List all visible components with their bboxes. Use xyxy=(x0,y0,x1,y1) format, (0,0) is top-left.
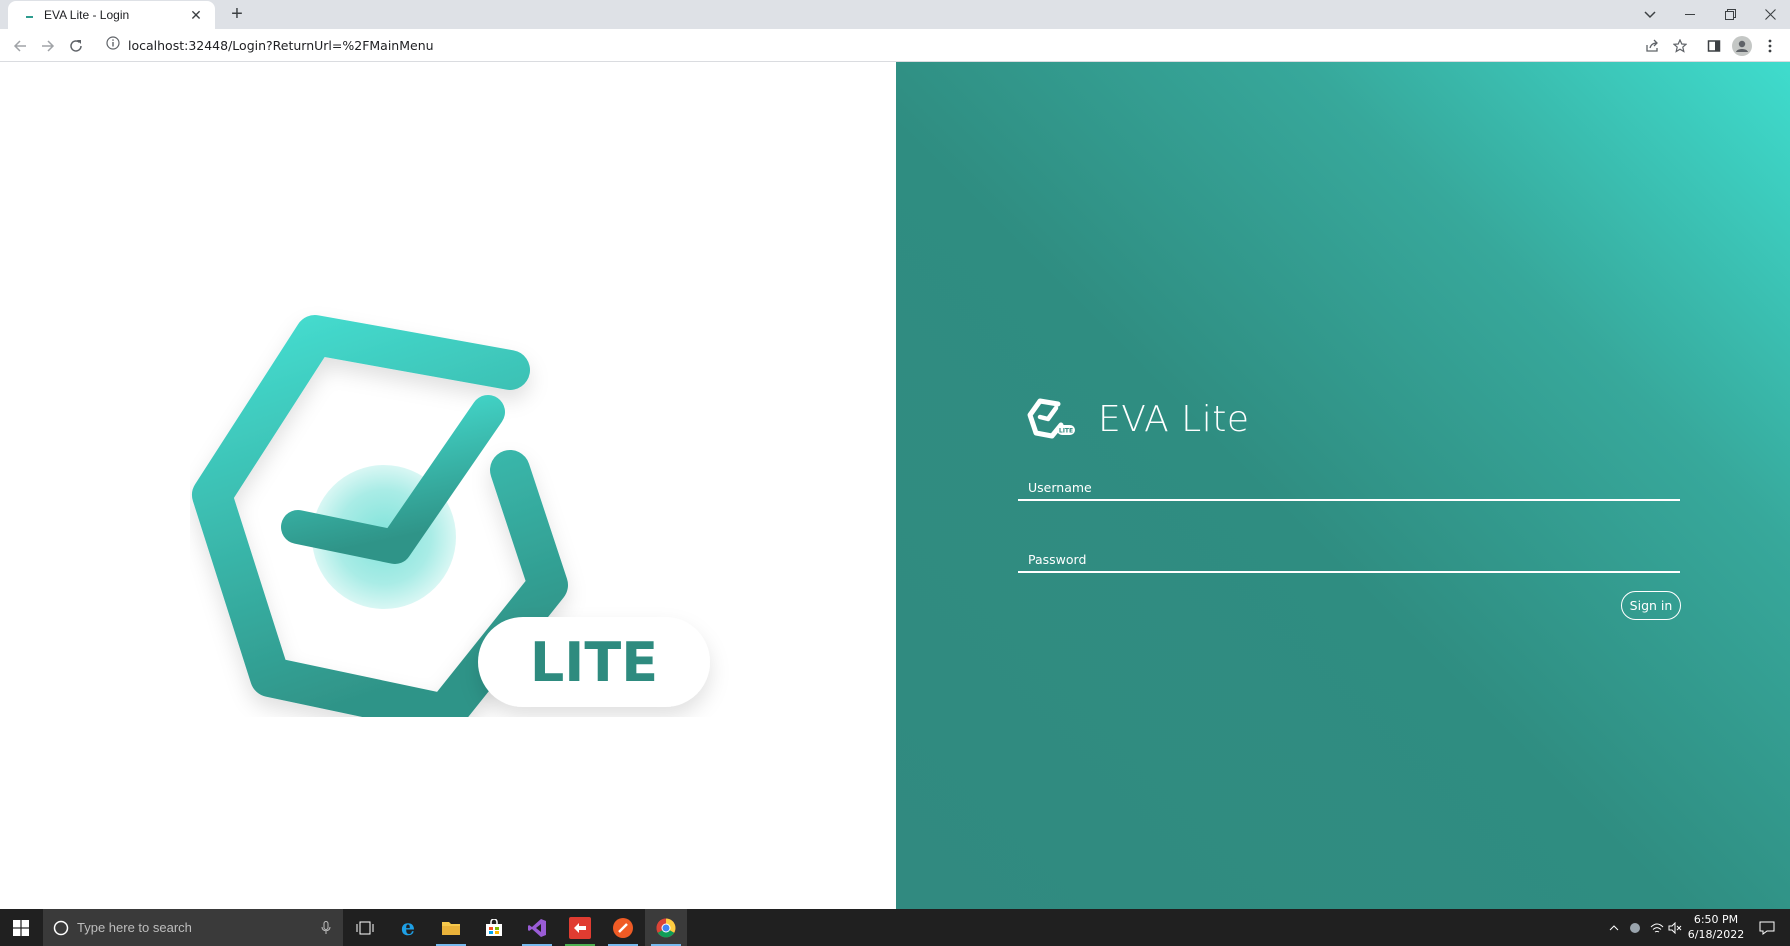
app-title: EVA Lite xyxy=(1098,398,1250,440)
login-panel: LITE EVA Lite Sign in xyxy=(896,62,1790,909)
system-clock[interactable]: 6:50 PM 6/18/2022 xyxy=(1680,912,1752,942)
clock-date: 6/18/2022 xyxy=(1687,928,1745,941)
close-tab-icon[interactable]: ✕ xyxy=(187,6,205,24)
chrome-icon xyxy=(656,918,676,937)
restore-window-button[interactable] xyxy=(1710,0,1750,29)
browser-toolbar: localhost:32448/Login?ReturnUrl=%2FMainM… xyxy=(0,29,1790,62)
password-input[interactable] xyxy=(1018,547,1680,571)
taskbar-app-store[interactable] xyxy=(473,909,515,946)
notifications-icon[interactable] xyxy=(1752,909,1782,946)
taskbar-search-box[interactable]: Type here to search xyxy=(43,909,343,946)
lite-badge-text: LITE xyxy=(530,631,658,694)
new-tab-button[interactable]: + xyxy=(226,3,248,25)
task-view-button[interactable] xyxy=(344,909,386,946)
clock-time: 6:50 PM xyxy=(1693,913,1739,926)
page-favicon-icon xyxy=(22,7,38,23)
tab-search-icon[interactable] xyxy=(1630,0,1670,29)
app-logo-badge-text: LITE xyxy=(1059,428,1073,435)
password-field[interactable] xyxy=(1018,547,1680,573)
taskbar-app-remote[interactable] xyxy=(559,909,601,946)
login-page: LITE LITE EVA Lite Sign in xyxy=(0,62,1790,909)
hero-panel: LITE xyxy=(0,62,896,909)
internet-explorer-icon: e xyxy=(401,917,415,939)
taskbar-search-placeholder: Type here to search xyxy=(77,920,192,935)
sign-in-button[interactable]: Sign in xyxy=(1621,591,1681,620)
browser-tab[interactable]: EVA Lite - Login ✕ xyxy=(8,1,215,29)
task-view-icon xyxy=(356,921,374,934)
taskbar-app-visual-studio[interactable] xyxy=(516,909,558,946)
microphone-icon[interactable] xyxy=(321,920,331,935)
address-bar[interactable]: localhost:32448/Login?ReturnUrl=%2FMainM… xyxy=(96,32,1636,58)
username-field[interactable] xyxy=(1018,475,1680,501)
show-hidden-icons-chevron-icon[interactable] xyxy=(1604,909,1624,946)
close-window-button[interactable] xyxy=(1750,0,1790,29)
back-button[interactable] xyxy=(8,34,32,58)
folder-icon xyxy=(442,921,460,935)
taskbar-app-postman[interactable] xyxy=(602,909,644,946)
taskbar-app-file-explorer[interactable] xyxy=(430,909,472,946)
start-button[interactable] xyxy=(0,909,42,946)
store-bag-icon xyxy=(486,918,502,936)
taskbar-app-chrome[interactable] xyxy=(645,909,687,946)
app-brand: LITE EVA Lite xyxy=(1026,397,1249,441)
svg-text:e: e xyxy=(401,917,415,939)
forward-button[interactable] xyxy=(36,34,60,58)
windows-logo-icon xyxy=(13,919,29,936)
bookmark-star-icon[interactable] xyxy=(1668,34,1692,58)
app-logo-icon: LITE xyxy=(1027,398,1075,439)
reload-button[interactable] xyxy=(64,34,88,58)
username-input[interactable] xyxy=(1018,475,1680,499)
remote-app-icon xyxy=(569,916,591,939)
taskbar-app-edge[interactable]: e xyxy=(387,909,429,946)
share-icon[interactable] xyxy=(1640,34,1664,58)
onedrive-tray-icon[interactable] xyxy=(1624,909,1646,946)
postman-icon xyxy=(613,917,633,938)
site-info-icon[interactable] xyxy=(106,35,120,55)
browser-menu-icon[interactable] xyxy=(1758,34,1782,58)
side-panel-icon[interactable] xyxy=(1702,34,1726,58)
network-wifi-icon[interactable] xyxy=(1646,909,1668,946)
eva-lite-logo-icon: LITE xyxy=(192,315,710,717)
profile-avatar-icon[interactable] xyxy=(1730,34,1754,58)
cortana-circle-icon xyxy=(53,920,69,935)
windows-taskbar: Type here to search e 6:50 PM 6/18/2022 xyxy=(0,909,1790,946)
tab-title: EVA Lite - Login xyxy=(44,8,130,22)
minimize-window-button[interactable] xyxy=(1670,0,1710,29)
url-text: localhost:32448/Login?ReturnUrl=%2FMainM… xyxy=(128,37,434,53)
visual-studio-icon xyxy=(528,918,546,937)
browser-tab-strip: EVA Lite - Login ✕ + xyxy=(0,0,1790,29)
